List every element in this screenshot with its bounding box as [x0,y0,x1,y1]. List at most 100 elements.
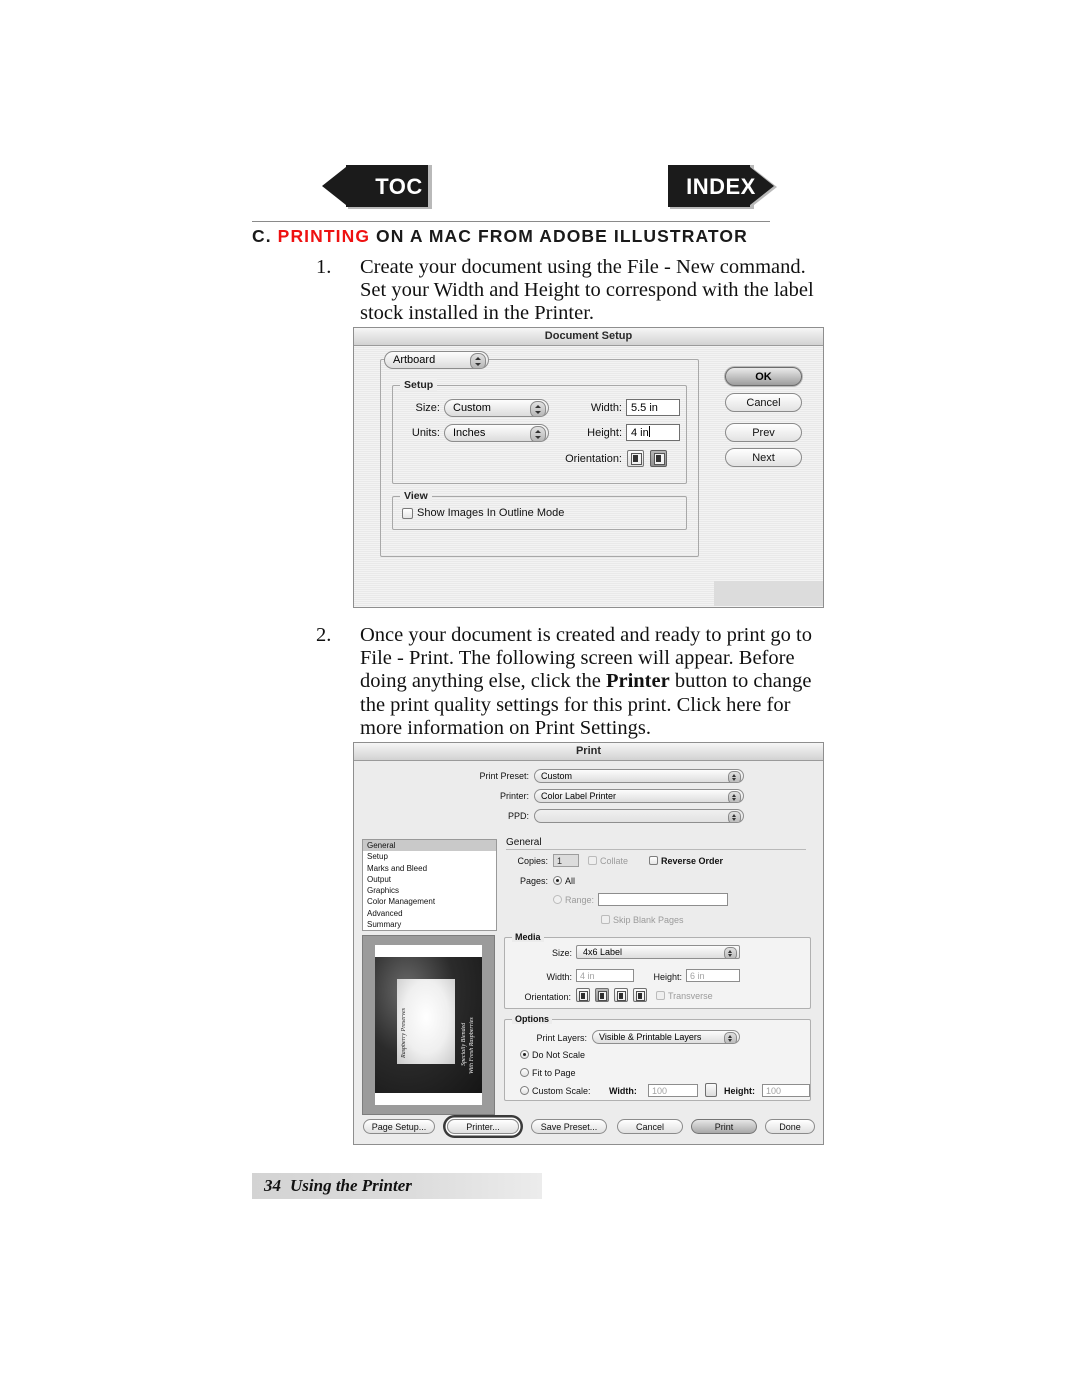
toc-arrow-button[interactable]: TOC [322,165,432,209]
save-preset-button[interactable]: Save Preset... [531,1119,607,1134]
print-preset-value: Custom [541,771,573,781]
ok-button[interactable]: OK [725,367,802,386]
sidebar-item-output[interactable]: Output [363,874,496,885]
print-layers-label: Print Layers: [536,1033,587,1043]
general-divider [506,849,806,850]
media-width-label: Width: [546,972,572,982]
media-height-input[interactable]: 6 in [686,969,740,982]
preview-artwork: Raspberry Preserves Specially Blended Wi… [375,957,482,1093]
media-width-input[interactable]: 4 in [576,969,634,982]
page-glyph-icon [600,992,604,999]
size-label: Size: [415,402,440,414]
heading-highlight: PRINTING [277,226,371,246]
pages-all-radio[interactable] [553,876,562,885]
heading-suffix: ON A MAC FROM ADOBE ILLUSTRATOR [370,226,748,246]
pages-all-label: All [565,876,576,886]
custom-scale-width-input[interactable]: 100 [648,1084,698,1097]
printer-popup[interactable]: Color Label Printer [534,789,744,803]
chevron-updown-icon [470,353,486,368]
fit-to-page-radio[interactable] [520,1068,529,1077]
artboard-popup[interactable]: Artboard [384,351,489,369]
printer-button[interactable]: Printer... [447,1119,519,1134]
media-size-label: Size: [551,948,572,958]
index-arrow-button[interactable]: INDEX [662,165,780,209]
navigation-arrows: TOC INDEX [250,165,780,213]
print-sidebar-list[interactable]: General Setup Marks and Bleed Output Gra… [362,839,497,931]
cancel-button[interactable]: Cancel [725,393,802,412]
media-size-popup[interactable]: 4x6 Label [576,945,740,959]
do-not-scale-radio[interactable] [520,1050,529,1059]
height-label: Height: [587,427,622,439]
text-caret [648,426,650,437]
sidebar-item-graphics[interactable]: Graphics [363,885,496,896]
do-not-scale-label: Do Not Scale [532,1050,586,1060]
general-heading: General [506,837,542,848]
custom-scale-height-input[interactable]: 100 [762,1084,810,1097]
sidebar-item-advanced[interactable]: Advanced [363,908,496,919]
sidebar-item-summary[interactable]: Summary [363,919,496,930]
print-preset-popup[interactable]: Custom [534,769,744,783]
media-size-value: 4x6 Label [583,947,623,957]
media-height-value: 6 in [690,971,705,981]
link-scale-icon[interactable] [705,1083,717,1097]
print-button[interactable]: Print [691,1119,757,1134]
ppd-label: PPD: [507,811,529,821]
pages-range-input[interactable] [598,893,728,906]
width-input[interactable]: 5.5 in [626,399,680,416]
right-arrow-icon [668,165,777,209]
page-title: C. PRINTING ON A MAC FROM ADOBE ILLUSTRA… [252,226,812,247]
sidebar-item-marks-and-bleed[interactable]: Marks and Bleed [363,863,496,874]
page-setup-button[interactable]: Page Setup... [363,1119,435,1134]
orientation-label: Orientation: [565,453,622,465]
sidebar-item-color-management[interactable]: Color Management [363,896,496,907]
copies-value: 1 [557,856,563,866]
options-heading: Options [512,1014,552,1024]
ppd-popup[interactable] [534,809,744,823]
chevron-updown-icon [530,426,546,441]
outline-mode-checkbox[interactable] [402,508,413,519]
step-2-number: 2. [316,624,332,646]
media-orientation-landscape-button[interactable] [595,988,609,1002]
sidebar-item-setup[interactable]: Setup [363,851,496,862]
next-button[interactable]: Next [725,448,802,467]
media-width-value: 4 in [580,971,595,981]
chevron-updown-icon [530,401,546,416]
skip-blank-pages-checkbox[interactable] [601,915,610,924]
media-orientation-reverse-portrait-button[interactable] [614,988,628,1002]
copies-input[interactable]: 1 [553,854,579,867]
document-setup-title: Document Setup [354,328,823,346]
print-dialog-title: Print [354,743,823,761]
height-input-value: 4 in [631,427,649,439]
artboard-popup-value: Artboard [393,354,436,366]
height-input[interactable]: 4 in [626,424,680,441]
sidebar-item-general[interactable]: General [363,840,496,852]
heading-divider [252,221,770,222]
done-button[interactable]: Done [765,1119,815,1134]
pages-range-radio[interactable] [553,895,562,904]
custom-scale-radio[interactable] [520,1086,529,1095]
custom-scale-height-value: 100 [766,1086,782,1096]
media-height-label: Height: [653,972,682,982]
collate-label: Collate [600,856,629,866]
outline-mode-label: Show Images In Outline Mode [417,507,565,519]
media-orientation-portrait-button[interactable] [576,988,590,1002]
dialog-resize-area [714,581,823,606]
collate-checkbox[interactable] [588,856,597,865]
printer-label: Printer: [499,791,529,801]
units-label: Units: [411,427,440,439]
heading-prefix: C. [252,226,278,246]
print-layers-popup[interactable]: Visible & Printable Layers [592,1030,740,1044]
custom-scale-label: Custom Scale: [532,1086,591,1096]
left-arrow-icon [322,165,432,209]
page-footer: 34 Using the Printer [252,1173,542,1199]
print-cancel-button[interactable]: Cancel [617,1119,683,1134]
orientation-portrait-button[interactable] [627,450,644,467]
orientation-landscape-button[interactable] [650,450,667,467]
media-orientation-reverse-landscape-button[interactable] [633,988,647,1002]
units-popup[interactable]: Inches [444,424,549,442]
size-popup[interactable]: Custom [444,399,549,417]
transverse-checkbox[interactable] [656,991,665,1000]
reverse-order-checkbox[interactable] [649,856,658,865]
transverse-label: Transverse [668,991,713,1001]
prev-button[interactable]: Prev [725,423,802,442]
